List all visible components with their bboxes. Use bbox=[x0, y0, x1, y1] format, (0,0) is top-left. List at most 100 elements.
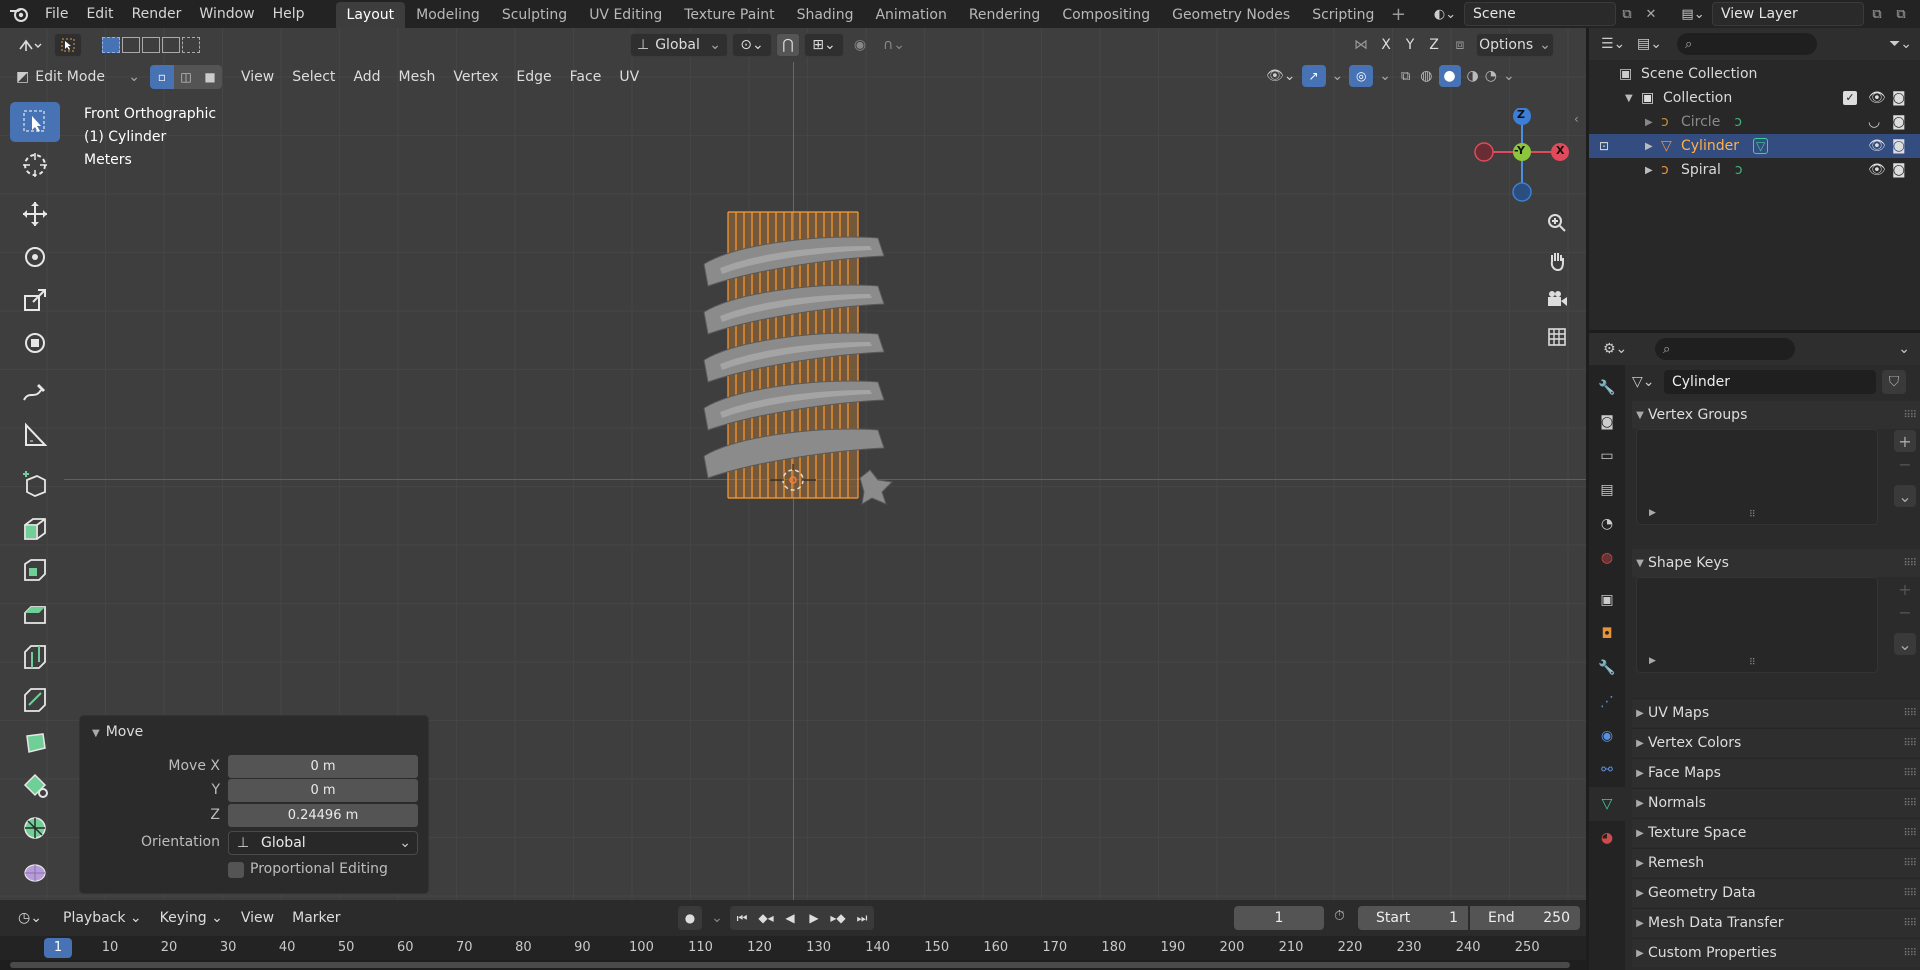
sidebar-toggle-icon[interactable]: ‹ bbox=[1574, 112, 1579, 126]
move-y-field[interactable]: 0 m bbox=[228, 779, 418, 802]
cylinder-spiral-model[interactable] bbox=[700, 208, 900, 508]
material-tab-icon[interactable]: ◕ bbox=[1589, 821, 1625, 855]
edge-select-icon[interactable]: ◫ bbox=[174, 65, 198, 89]
filter-icon[interactable]: ⏷⌄ bbox=[1889, 36, 1912, 52]
object-tab-icon[interactable]: ◘ bbox=[1589, 617, 1625, 651]
expand-triangle-icon[interactable]: ▶ bbox=[1645, 141, 1661, 152]
render-camera-icon[interactable]: ◙ bbox=[1892, 162, 1906, 178]
geometry-data-panel[interactable]: ▶ Geometry Data ⠿⠿ bbox=[1632, 878, 1920, 907]
physics-tab-icon[interactable]: ◉ bbox=[1589, 719, 1625, 753]
expand-triangle-icon[interactable]: ▶ bbox=[1645, 117, 1661, 128]
wireframe-shading-icon[interactable]: ◍ bbox=[1420, 68, 1432, 84]
chevron-down-icon[interactable]: ⌄ bbox=[1898, 341, 1910, 357]
menu-mesh[interactable]: Mesh bbox=[390, 62, 445, 92]
knife-tool[interactable] bbox=[10, 679, 60, 719]
keying-dropdown-icon[interactable]: ⌄ bbox=[706, 906, 728, 930]
select-invert-icon[interactable] bbox=[162, 37, 180, 53]
start-frame-field[interactable]: Start 1 bbox=[1358, 906, 1468, 930]
shape-key-specials-button[interactable]: ⌄ bbox=[1894, 633, 1916, 655]
drag-grip-icon[interactable]: ⠿⠿ bbox=[1903, 918, 1917, 929]
proportional-checkbox[interactable] bbox=[228, 862, 244, 878]
hidden-eye-icon[interactable]: ◡ bbox=[1868, 114, 1880, 130]
mesh-data-transfer-panel[interactable]: ▶ Mesh Data Transfer ⠿⠿ bbox=[1632, 908, 1920, 937]
drag-grip-icon[interactable]: ⠿⠿ bbox=[1903, 798, 1917, 809]
menu-timeline-view[interactable]: View bbox=[232, 903, 283, 933]
rotate-tool[interactable] bbox=[10, 237, 60, 277]
drag-grip-icon[interactable]: ⠿⠿ bbox=[1903, 738, 1917, 749]
output-tab-icon[interactable]: ▭ bbox=[1589, 439, 1625, 473]
frame-ruler[interactable]: 1 10 20 30 40 50 60 70 80 90 100 110 120 130 140 150 160… bbox=[0, 936, 1586, 960]
vertex-groups-list[interactable]: ▶ ⠿ bbox=[1636, 429, 1878, 525]
uv-maps-panel[interactable]: ▶ UV Maps ⠿⠿ bbox=[1632, 698, 1920, 727]
transform-orientation-dropdown[interactable]: ⊥ Global ⌄ bbox=[630, 33, 728, 57]
outliner-search-input[interactable]: ⌕ bbox=[1677, 33, 1817, 55]
new-view-layer-icon[interactable]: ⧉ bbox=[1866, 3, 1888, 25]
scrollbar-thumb[interactable] bbox=[10, 962, 1570, 968]
custom-properties-panel[interactable]: ▶ Custom Properties ⠿⠿ bbox=[1632, 938, 1920, 967]
vertex-colors-panel[interactable]: ▶ Vertex Colors ⠿⠿ bbox=[1632, 728, 1920, 757]
timeline-scrollbar[interactable] bbox=[0, 960, 1586, 970]
select-tool-button[interactable] bbox=[54, 33, 82, 57]
timeline-editor-type-button[interactable]: ◷⌄ bbox=[10, 906, 50, 930]
tab-layout[interactable]: Layout bbox=[335, 2, 406, 28]
drag-grip-icon[interactable]: ⠿⠿ bbox=[1903, 828, 1917, 839]
smooth-tool[interactable] bbox=[10, 808, 60, 848]
snap-toggle[interactable]: ⋂ bbox=[776, 33, 800, 57]
menu-edge[interactable]: Edge bbox=[507, 62, 560, 92]
view-layer-tab-icon[interactable]: ▤ bbox=[1589, 473, 1625, 507]
camera-view-icon[interactable] bbox=[1542, 284, 1572, 314]
tab-uv-editing[interactable]: UV Editing bbox=[578, 2, 673, 28]
scene-selector[interactable]: Scene bbox=[1464, 2, 1616, 26]
face-maps-panel[interactable]: ▶ Face Maps ⠿⠿ bbox=[1632, 758, 1920, 787]
bevel-tool[interactable] bbox=[10, 593, 60, 633]
tab-shading[interactable]: Shading bbox=[786, 2, 865, 28]
drag-grip-icon[interactable]: ⠿⠿ bbox=[1903, 410, 1917, 421]
cursor-tool[interactable] bbox=[10, 145, 60, 185]
spin-tool[interactable] bbox=[10, 765, 60, 805]
drag-grip-icon[interactable]: ⠿⠿ bbox=[1903, 948, 1917, 959]
close-scene-icon[interactable]: ✕ bbox=[1640, 3, 1662, 25]
play-reverse-icon[interactable]: ◀ bbox=[778, 906, 802, 930]
blender-logo-icon[interactable] bbox=[6, 0, 32, 28]
vertex-select-icon[interactable]: ▫ bbox=[150, 65, 174, 89]
add-shape-key-button[interactable]: + bbox=[1894, 578, 1916, 600]
orientation-dropdown[interactable]: ⊥ Global ⌄ bbox=[228, 831, 418, 855]
face-select-icon[interactable]: ■ bbox=[198, 65, 222, 89]
mirror-z-toggle[interactable]: Z bbox=[1424, 33, 1444, 57]
jump-keyframe-forward-icon[interactable]: ▸◆ bbox=[826, 906, 850, 930]
add-vertex-group-button[interactable]: + bbox=[1894, 430, 1916, 452]
zoom-icon[interactable] bbox=[1542, 208, 1572, 238]
jump-keyframe-back-icon[interactable]: ◆◂ bbox=[754, 906, 778, 930]
proportional-edit-toggle[interactable]: ◉ bbox=[848, 33, 872, 57]
3d-viewport[interactable]: ⊥ Global ⌄ ⊙⌄ ⋂ ⊞⌄ ◉ ∩⌄ ⋈ X Y Z ⧈ Option… bbox=[0, 28, 1586, 900]
list-resize-grip-icon[interactable]: ⠿ bbox=[1749, 510, 1756, 520]
editor-type-button[interactable] bbox=[10, 33, 50, 57]
perspective-toggle-icon[interactable] bbox=[1542, 322, 1572, 352]
end-frame-field[interactable]: End 250 bbox=[1470, 906, 1580, 930]
menu-uv[interactable]: UV bbox=[610, 62, 648, 92]
inset-tool[interactable] bbox=[10, 550, 60, 590]
remove-view-layer-icon[interactable]: ⧉ bbox=[1890, 3, 1912, 25]
menu-edit[interactable]: Edit bbox=[77, 0, 122, 28]
menu-render[interactable]: Render bbox=[123, 0, 191, 28]
overlay-toggle-icon[interactable]: ◎ bbox=[1349, 65, 1374, 87]
modifier-tab-icon[interactable]: 🔧 bbox=[1589, 651, 1625, 685]
vertex-groups-panel-header[interactable]: ▼ Vertex Groups ⠿⠿ bbox=[1632, 401, 1920, 429]
tool-tab-icon[interactable]: 🔧 bbox=[1589, 371, 1625, 405]
select-intersect-icon[interactable] bbox=[182, 37, 200, 53]
select-new-icon[interactable] bbox=[102, 37, 120, 53]
drag-grip-icon[interactable]: ⠿⠿ bbox=[1903, 558, 1917, 569]
remove-vertex-group-button[interactable]: − bbox=[1894, 453, 1916, 475]
add-workspace-button[interactable]: + bbox=[1385, 2, 1411, 28]
options-dropdown[interactable]: Options ⌄ bbox=[1476, 33, 1554, 57]
jump-start-icon[interactable]: ⏮ bbox=[730, 906, 754, 930]
list-resize-grip-icon[interactable]: ⠿ bbox=[1749, 658, 1756, 668]
scene-icon[interactable]: ◐⌄ bbox=[1428, 4, 1462, 24]
render-tab-icon[interactable]: ◙ bbox=[1589, 405, 1625, 439]
auto-merge-icon[interactable]: ⧈ bbox=[1448, 33, 1472, 57]
overlay-dropdown-icon[interactable]: ⌄ bbox=[1379, 68, 1391, 84]
current-frame-field[interactable]: 1 bbox=[1234, 906, 1324, 930]
expand-triangle-icon[interactable]: ▶ bbox=[1649, 508, 1656, 518]
constraints-tab-icon[interactable]: ⚯ bbox=[1589, 753, 1625, 787]
view-layer-icon[interactable]: ▤⌄ bbox=[1676, 4, 1710, 24]
